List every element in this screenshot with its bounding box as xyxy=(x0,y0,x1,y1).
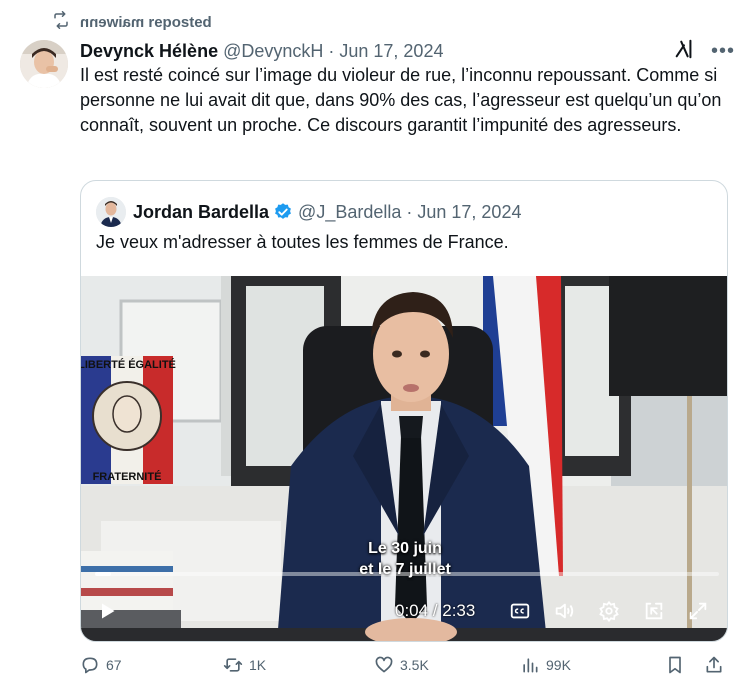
share-button[interactable] xyxy=(704,655,724,675)
video-player[interactable]: LIBERTÉ ÉGALITÉ FRATERNITÉ Le 30 juin et… xyxy=(81,276,727,641)
quoted-author-name[interactable]: Jordan Bardella xyxy=(133,202,269,223)
play-icon[interactable] xyxy=(97,601,117,621)
views-count: 99K xyxy=(546,657,571,673)
video-subtitle-line2: et le 7 juillet xyxy=(359,561,451,578)
video-subtitle-line1: Le 30 juin xyxy=(368,540,442,557)
captions-icon[interactable] xyxy=(507,598,533,624)
volume-icon[interactable] xyxy=(551,598,577,624)
grok-icon[interactable] xyxy=(673,38,695,65)
retweet-icon xyxy=(223,658,243,672)
like-count: 3.5K xyxy=(400,657,429,673)
video-progress-fill xyxy=(95,572,112,576)
share-icon xyxy=(706,656,722,673)
quoted-post[interactable]: Jordan Bardella @J_Bardella · Jun 17, 20… xyxy=(80,180,728,642)
post-text: Il est resté coincé sur l’image du viole… xyxy=(80,65,722,135)
reply-button[interactable]: 67 xyxy=(80,655,122,675)
repost-label: reposted xyxy=(148,13,212,31)
video-frame: LIBERTÉ ÉGALITÉ FRATERNITÉ xyxy=(81,276,727,641)
quoted-header: Jordan Bardella @J_Bardella · Jun 17, 20… xyxy=(96,197,521,227)
reply-icon xyxy=(82,657,98,674)
repost-indicator[interactable]: maiwenn reposted xyxy=(52,11,212,33)
views-button[interactable]: 99K xyxy=(520,655,571,675)
repost-icon xyxy=(52,11,70,33)
post-date[interactable]: Jun 17, 2024 xyxy=(339,41,443,62)
views-icon xyxy=(523,658,538,673)
author-name[interactable]: Devynck Hélène xyxy=(80,41,218,62)
heart-icon xyxy=(375,656,393,673)
repost-button[interactable]: 1K xyxy=(223,655,266,675)
reposter-name[interactable]: maiwenn xyxy=(80,14,144,31)
post-header: Devynck Hélène @DevynckH · Jun 17, 2024 … xyxy=(80,39,735,63)
bookmark-button[interactable] xyxy=(665,655,685,675)
video-time: 0:04 / 2:33 xyxy=(395,601,476,620)
post-actions: 67 1K 3.5K 99K xyxy=(80,655,728,681)
settings-icon[interactable] xyxy=(596,598,622,624)
quoted-author-handle[interactable]: @J_Bardella xyxy=(298,202,401,223)
like-button[interactable]: 3.5K xyxy=(374,655,429,675)
repost-count: 1K xyxy=(249,657,267,673)
reply-count: 67 xyxy=(106,657,122,673)
bookmark-icon xyxy=(669,656,681,674)
quoted-author-avatar[interactable] xyxy=(96,197,126,227)
quoted-date[interactable]: Jun 17, 2024 xyxy=(417,202,521,223)
quoted-text: Je veux m'adresser à toutes les femmes d… xyxy=(96,232,509,252)
separator-dot: · xyxy=(406,201,413,222)
author-handle[interactable]: @DevynckH xyxy=(223,41,323,62)
video-progress-bar[interactable] xyxy=(95,572,719,576)
fullscreen-icon[interactable] xyxy=(685,598,711,624)
verified-badge-icon xyxy=(275,203,291,219)
poster-text-top: LIBERTÉ ÉGALITÉ xyxy=(81,358,176,371)
poster-text-bottom: FRATERNITÉ xyxy=(93,470,162,483)
author-avatar[interactable] xyxy=(20,40,68,88)
more-icon[interactable]: ••• xyxy=(711,41,735,61)
separator-dot: · xyxy=(328,40,335,61)
picture-in-picture-icon[interactable] xyxy=(641,598,667,624)
